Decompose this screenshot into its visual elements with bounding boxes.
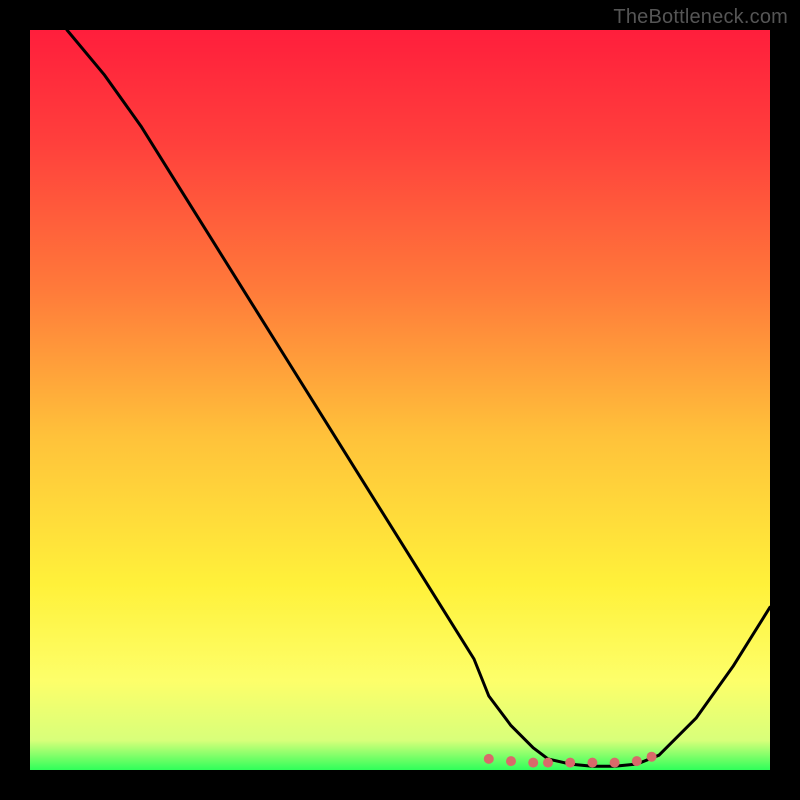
chart-container: TheBottleneck.com (0, 0, 800, 800)
optimal-marker (610, 758, 620, 768)
optimal-marker (647, 752, 657, 762)
optimal-marker (506, 756, 516, 766)
bottleneck-plot (30, 30, 770, 770)
optimal-marker (543, 758, 553, 768)
optimal-marker (565, 758, 575, 768)
chart-svg (30, 30, 770, 770)
watermark-text: TheBottleneck.com (613, 6, 788, 29)
optimal-marker (587, 758, 597, 768)
optimal-marker (484, 754, 494, 764)
gradient-background (30, 30, 770, 770)
optimal-marker (632, 756, 642, 766)
optimal-marker (528, 758, 538, 768)
